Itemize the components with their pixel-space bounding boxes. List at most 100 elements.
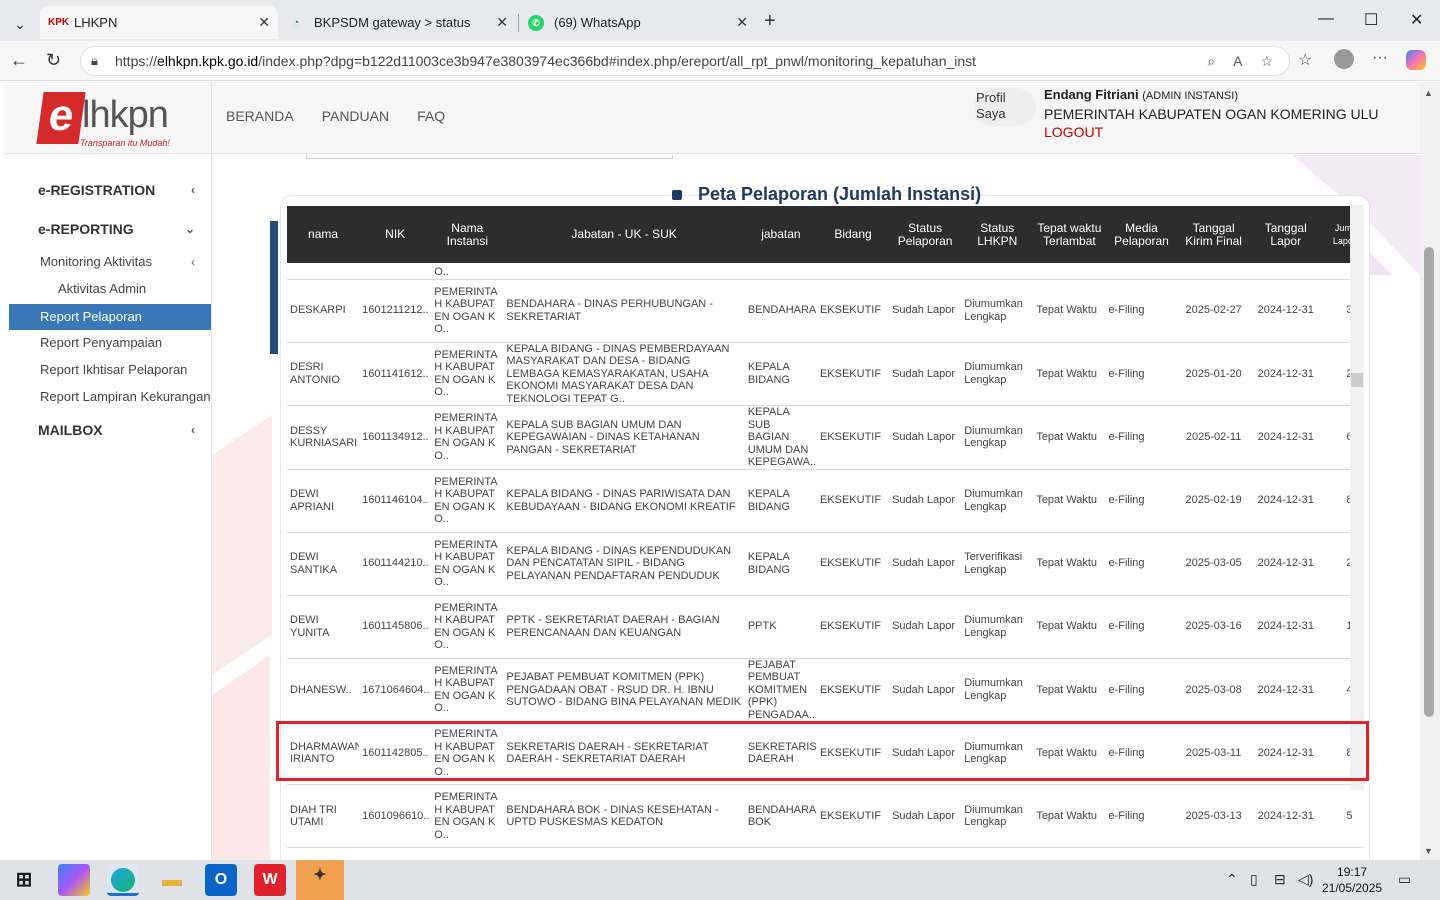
tray-chevron-up-icon[interactable]: ⌃	[1226, 871, 1238, 888]
scrollbar-thumb[interactable]	[1424, 247, 1434, 717]
sidebar-item-report-lampiran[interactable]: Report Lampiran Kekurangan	[4, 384, 211, 410]
scroll-up-icon[interactable]: ▲	[1424, 88, 1433, 98]
table-row[interactable]: DIAH TRI UTAMI 1601096610.. PEMERINTA H KA…	[287, 785, 1364, 848]
tab-whatsapp[interactable]: ✆ (69) WhatsApp ✕	[520, 6, 756, 39]
table-cell-kirim: 2025-03-13	[1185, 809, 1242, 822]
network-icon[interactable]: ⊟	[1274, 871, 1286, 888]
table-cell-status-pelaporan	[889, 848, 961, 861]
table-cell-tepat: Tepat Waktu	[1036, 367, 1098, 380]
column-header[interactable]: nama	[287, 206, 359, 263]
table-cell-nik: 1601146104..	[362, 494, 429, 507]
lock-icon[interactable]: 🔒︎	[91, 53, 98, 69]
table-row[interactable]: DESKARPI 1601211212.. PEMERINTA H KABUPAT …	[287, 279, 1364, 342]
window-close-icon[interactable]: ✕	[1410, 10, 1423, 30]
nav-beranda[interactable]: BERANDA	[226, 108, 294, 124]
table-cell-bidang	[817, 848, 889, 861]
reload-icon[interactable]: ↻	[46, 50, 61, 71]
column-header[interactable]: Tepat waktu Terlambat	[1033, 206, 1105, 263]
scrollbar-thumb[interactable]	[1351, 373, 1363, 387]
close-icon[interactable]: ✕	[736, 14, 748, 31]
table-cell-instansi: PEMERINTA H KABUPAT EN OGAN K O..	[434, 475, 498, 526]
system-clock[interactable]: 19:17 21/05/2025	[1322, 864, 1382, 896]
tab-lhkpn[interactable]: KPK LHKPN ✕	[40, 6, 278, 39]
favorites-icon[interactable]: ☆	[1298, 50, 1312, 70]
scroll-down-icon[interactable]: ▼	[1424, 846, 1433, 856]
close-icon[interactable]: ✕	[496, 14, 508, 31]
read-aloud-icon[interactable]: A	[1233, 53, 1242, 70]
elhkpn-logo[interactable]: e lhkpn Transparan itu Mudah!	[4, 82, 212, 154]
windows-start-icon[interactable]: ⊞	[8, 864, 40, 896]
sidebar-item-label: Report Lampiran Kekurangan	[40, 389, 211, 404]
table-row[interactable]: DEWI YUNITA 1601145806.. PEMERINTA H KABUP…	[287, 595, 1364, 658]
outlook-icon[interactable]: O	[205, 864, 237, 896]
minimize-icon[interactable]: —	[1318, 10, 1334, 28]
profile-photo[interactable]: Profil Saya	[974, 88, 1036, 126]
volume-icon[interactable]: ◁)	[1298, 871, 1313, 888]
table-row[interactable]: DESSY KURNIASARI 1601134912.. PEMERINTA H …	[287, 406, 1364, 469]
table-cell-jabatan-uk: PEJABAT PEMBUAT KOMITMEN (PPK) PENGADAAN…	[506, 671, 742, 708]
notification-icon[interactable]: ▭	[1398, 871, 1411, 888]
profile-avatar-icon[interactable]	[1334, 49, 1354, 69]
table-cell-lapor	[1250, 848, 1322, 861]
favorite-star-icon[interactable]: ☆	[1260, 53, 1273, 70]
table-row[interactable]: O..	[287, 263, 1364, 279]
table-cell-status-lhkpn: Diumumkan Lengkap	[964, 488, 1023, 513]
table-cell-status-pelaporan: Sudah Lapor	[892, 367, 956, 380]
app-icon[interactable]: ✦	[296, 860, 344, 900]
maximize-icon[interactable]: ☐	[1364, 10, 1378, 30]
sidebar-item-report-ikhtisar[interactable]: Report Ikhtisar Pelaporan	[4, 357, 211, 383]
sidebar-item-report-penyampaian[interactable]: Report Penyampaian	[4, 330, 211, 356]
tab-title: LHKPN	[74, 15, 118, 30]
sidebar-item-mailbox[interactable]: MAILBOX ‹	[4, 417, 211, 443]
sidebar-item-label: Report Ikhtisar Pelaporan	[40, 362, 188, 377]
column-header[interactable]: Status LHKPN	[961, 206, 1033, 263]
page-scrollbar[interactable]: ▲ ▼	[1420, 82, 1440, 860]
close-icon[interactable]: ✕	[258, 14, 270, 31]
column-header[interactable]: Bidang	[817, 206, 889, 263]
table-cell-kirim: 2025-03-05	[1185, 557, 1242, 570]
search-input[interactable]	[306, 155, 673, 159]
sidebar-item-e-registration[interactable]: e-REGISTRATION ‹	[4, 177, 211, 203]
table-scrollbar[interactable]	[1350, 205, 1364, 790]
logout-link[interactable]: LOGOUT	[1044, 123, 1379, 141]
tab-bkpsdm[interactable]: ◔ BKPSDM gateway > status ✕	[280, 6, 516, 39]
wps-office-icon[interactable]: W	[254, 864, 286, 896]
nav-panduan[interactable]: PANDUAN	[322, 108, 389, 124]
copilot-app-icon[interactable]	[58, 864, 90, 896]
table-row[interactable]: DEWI SANTIKA 1601144210.. PEMERINTA H KABU…	[287, 532, 1364, 595]
edge-browser-icon[interactable]	[107, 864, 139, 896]
file-explorer-icon[interactable]: ▬	[156, 864, 188, 896]
table-row[interactable]: PEMERINTAKEPALA SUB BAGIAN UMUM DAN KEPE…	[287, 848, 1364, 861]
zoom-icon[interactable]: ⌕	[1207, 53, 1215, 70]
more-menu-icon[interactable]: ···	[1372, 49, 1388, 67]
wifi-icon: ◔	[292, 16, 300, 29]
column-header[interactable]: NIK	[359, 206, 431, 263]
table-cell-nik: 1601141612..	[362, 367, 429, 380]
sidebar-item-report-pelaporan[interactable]: Report Pelaporan	[9, 304, 211, 330]
nav-faq[interactable]: FAQ	[417, 108, 445, 124]
column-header[interactable]: Status Pelaporan	[889, 206, 961, 263]
tab-actions-chevron-icon[interactable]: ⌄	[8, 12, 32, 36]
column-header[interactable]: Tanggal Kirim Final	[1178, 206, 1250, 263]
sidebar-item-aktivitas-admin[interactable]: Aktivitas Admin	[4, 276, 211, 302]
table-cell-bidang: EKSEKUTIF	[819, 367, 882, 380]
table-row[interactable]: DHANESW.. 1671064604.. PEMERINTA H KABUPAT…	[287, 658, 1364, 722]
column-header[interactable]: Tanggal Lapor	[1250, 206, 1322, 263]
column-header[interactable]: Jabatan - UK - SUK	[503, 206, 744, 263]
url-field[interactable]: 🔒︎ https://elhkpn.kpk.go.id/index.php?dp…	[80, 46, 1290, 76]
table-row[interactable]: DEWI APRIANI 1601146104.. PEMERINTA H KABU…	[287, 469, 1364, 532]
column-header[interactable]: jabatan	[745, 206, 817, 263]
table-cell-status-lhkpn: Diumumkan Lengkap	[964, 803, 1023, 829]
column-header[interactable]: Nama Instansi	[431, 206, 503, 263]
sidebar-item-monitoring-aktivitas[interactable]: Monitoring Aktivitas ‹	[4, 249, 211, 275]
table-cell-status-lhkpn: Diumumkan Lengkap	[964, 361, 1023, 386]
sidebar-item-label: MAILBOX	[38, 422, 103, 438]
back-arrow-icon[interactable]: ←	[10, 50, 28, 71]
table-row[interactable]: DESRI ANTONIO 1601141612.. PEMERINTA H KAB…	[287, 342, 1364, 406]
battery-icon[interactable]: ▯	[1250, 871, 1258, 888]
copilot-icon[interactable]	[1406, 50, 1426, 70]
column-header[interactable]: Media Pelaporan	[1105, 206, 1177, 263]
new-tab-plus-icon[interactable]: +	[764, 10, 776, 33]
sidebar-item-e-reporting[interactable]: e-REPORTING ⌄	[4, 216, 211, 242]
sidebar-item-label: Aktivitas Admin	[58, 281, 147, 296]
